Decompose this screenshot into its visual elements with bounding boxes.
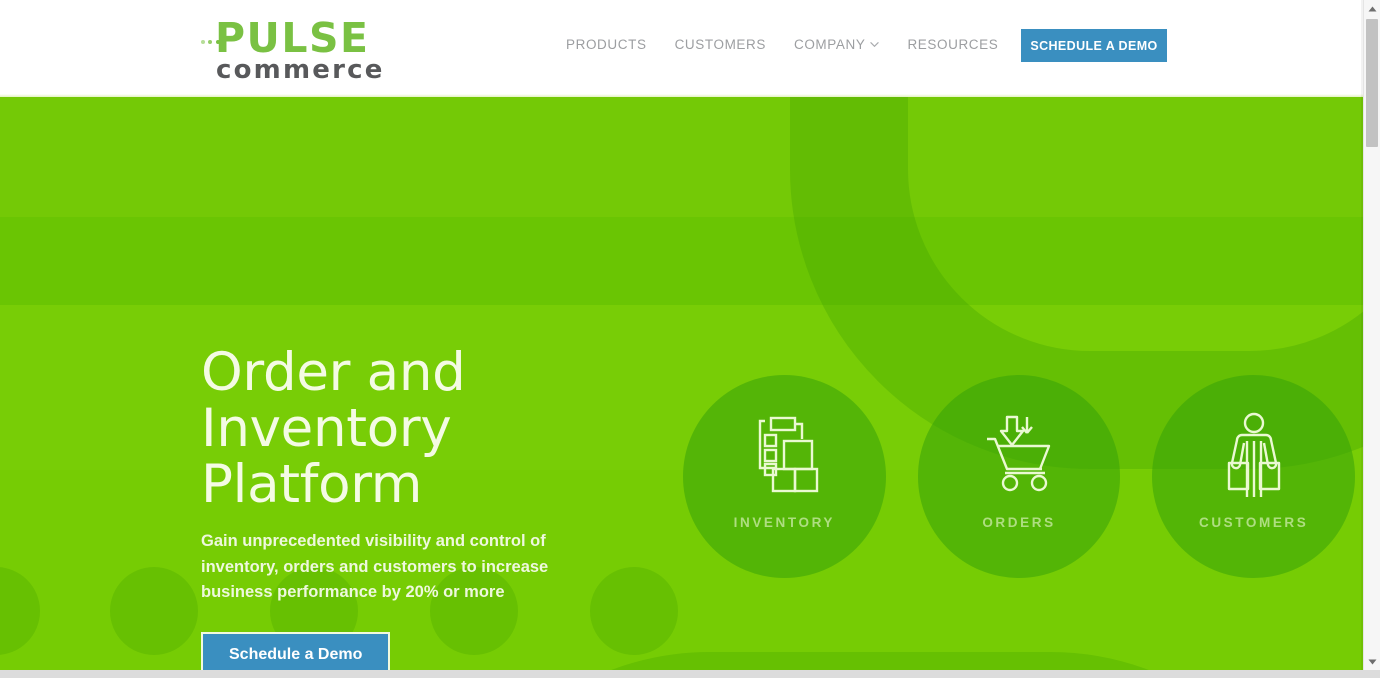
feature-label: CUSTOMERS	[1198, 515, 1309, 530]
hero-section: Order and Inventory Platform Gain unprec…	[0, 97, 1363, 670]
nav-item-products[interactable]: PRODUCTS	[552, 36, 661, 54]
nav-item-customers[interactable]: CUSTOMERS	[661, 36, 780, 54]
chevron-down-icon	[870, 40, 880, 49]
scroll-down-arrow-icon[interactable]	[1364, 653, 1380, 670]
logo-primary-text: PULSE	[215, 14, 370, 62]
nav-label: RESOURCES	[907, 37, 999, 52]
hero-band-2	[0, 217, 1363, 305]
scroll-up-arrow-icon[interactable]	[1364, 0, 1380, 17]
feature-circles: INVENTORY ORDERS CUSTOMERS	[683, 375, 1356, 580]
vertical-scrollbar[interactable]	[1363, 0, 1380, 670]
nav-item-resources[interactable]: RESOURCES	[893, 36, 1012, 54]
site-header: PULSE commerce PRODUCTS CUSTOMERS COMPAN…	[0, 0, 1363, 97]
hero-subtitle: Gain unprecedented visibility and contro…	[201, 532, 549, 601]
feature-customers[interactable]: CUSTOMERS	[1152, 375, 1356, 578]
nav-label: CUSTOMERS	[674, 37, 766, 52]
feature-orders[interactable]: ORDERS	[917, 375, 1121, 578]
feature-label: ORDERS	[982, 515, 1056, 530]
horizontal-scrollbar[interactable]	[0, 670, 1380, 678]
hero-copy: Order and Inventory Platform Gain unprec…	[201, 345, 671, 670]
header-schedule-demo-button[interactable]: SCHEDULE A DEMO	[1021, 29, 1167, 62]
nav-item-company[interactable]: COMPANY	[780, 36, 893, 54]
hero-schedule-demo-button[interactable]: Schedule a Demo	[201, 631, 391, 670]
logo-wordmark: PULSE commerce	[201, 14, 382, 84]
inventory-boxes-checklist-icon	[732, 405, 836, 509]
vertical-scroll-thumb[interactable]	[1366, 19, 1378, 147]
feature-label: INVENTORY	[733, 515, 836, 530]
hero-band-1	[0, 97, 1363, 217]
browser-viewport: PULSE commerce PRODUCTS CUSTOMERS COMPAN…	[0, 0, 1380, 678]
nav-label: PRODUCTS	[566, 37, 647, 52]
logo-secondary-text: commerce	[216, 55, 385, 85]
web-page: PULSE commerce PRODUCTS CUSTOMERS COMPAN…	[0, 0, 1363, 670]
main-navigation: PRODUCTS CUSTOMERS COMPANY RESOURCES BLO…	[552, 36, 1080, 54]
person-with-shopping-bags-icon	[1202, 405, 1306, 509]
site-logo[interactable]: PULSE commerce	[201, 14, 382, 84]
nav-label: COMPANY	[793, 37, 866, 52]
shopping-cart-download-arrows-icon	[967, 405, 1071, 509]
hero-title: Order and Inventory Platform	[201, 342, 466, 515]
feature-inventory[interactable]: INVENTORY	[683, 375, 886, 578]
